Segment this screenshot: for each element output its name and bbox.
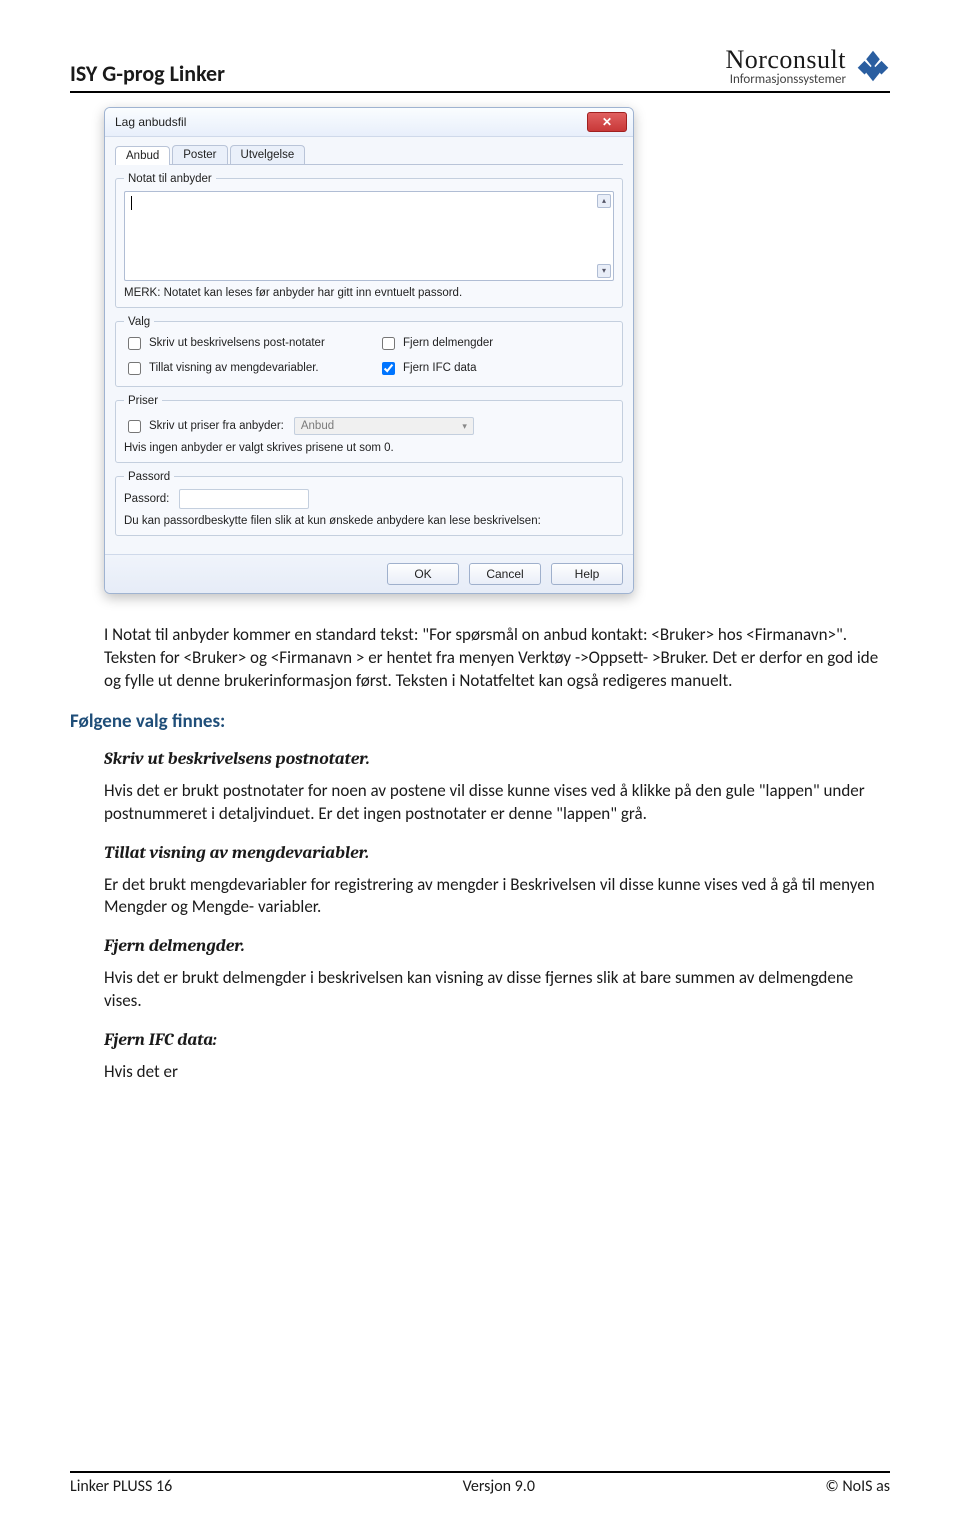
ok-button[interactable]: OK <box>387 563 459 585</box>
priser-note: Hvis ingen anbyder er valgt skrives pris… <box>124 442 614 454</box>
sub3-title: Fjern delmengder. <box>104 935 890 959</box>
group-passord: Passord Passord: Du kan passordbeskytte … <box>115 471 623 536</box>
dialog-titlebar: Lag anbudsfil ✕ <box>105 108 633 137</box>
footer-center: Versjon 9.0 <box>463 1477 535 1496</box>
dialog-title: Lag anbudsfil <box>115 115 186 129</box>
doc-title: ISY G-prog Linker <box>70 60 225 87</box>
chk-fjern-delmengder-box[interactable] <box>382 337 395 350</box>
chk-postnotater-box[interactable] <box>128 337 141 350</box>
group-valg-legend: Valg <box>124 316 154 328</box>
passord-note: Du kan passordbeskytte filen slik at kun… <box>124 515 614 527</box>
brand: Norconsult Informasjonssystemer <box>725 46 890 87</box>
select-anbyder[interactable]: Anbud ▾ <box>294 417 474 435</box>
dialog-window: Lag anbudsfil ✕ Anbud Poster Utvelgelse … <box>104 107 634 594</box>
passord-input[interactable] <box>179 489 309 509</box>
section-heading: Følgene valg finnes: <box>70 709 890 735</box>
chk-mengdevariabler-label: Tillat visning av mengdevariabler. <box>149 362 319 374</box>
sub3-body: Hvis det er brukt delmengder i beskrivel… <box>104 967 890 1013</box>
chk-fjern-ifc-box[interactable] <box>382 362 395 375</box>
sub2-body: Er det brukt mengdevariabler for registr… <box>104 874 890 920</box>
sub1-body: Hvis det er brukt postnotater for noen a… <box>104 780 890 826</box>
dialog-tabs: Anbud Poster Utvelgelse <box>115 145 623 165</box>
body-content: I Notat til anbyder kommer en standard t… <box>104 624 890 1084</box>
sub1-title: Skriv ut beskrivelsens postnotater. <box>104 748 890 772</box>
brand-line1: Norconsult <box>725 46 846 73</box>
footer-right: © NoIS as <box>825 1477 890 1496</box>
tab-poster[interactable]: Poster <box>172 145 227 164</box>
passord-label: Passord: <box>124 493 169 505</box>
notat-note: MERK: Notatet kan leses før anbyder har … <box>124 287 614 299</box>
chk-mengdevariabler-box[interactable] <box>128 362 141 375</box>
chk-priser-anbyder[interactable]: Skriv ut priser fra anbyder: <box>124 417 284 436</box>
group-notat: Notat til anbyder ▴ ▾ MERK: Notatet kan … <box>115 173 623 308</box>
group-priser: Priser Skriv ut priser fra anbyder: Anbu… <box>115 395 623 463</box>
group-passord-legend: Passord <box>124 471 174 483</box>
notat-textarea[interactable]: ▴ ▾ <box>124 191 614 281</box>
scroll-down-icon[interactable]: ▾ <box>597 264 611 278</box>
group-valg: Valg Skriv ut beskrivelsens post-notater… <box>115 316 623 387</box>
dialog-button-bar: OK Cancel Help <box>105 554 633 593</box>
tab-utvelgelse[interactable]: Utvelgelse <box>230 145 306 164</box>
help-button[interactable]: Help <box>551 563 623 585</box>
document-header: ISY G-prog Linker Norconsult Informasjon… <box>70 46 890 93</box>
chk-postnotater-label: Skriv ut beskrivelsens post-notater <box>149 337 325 349</box>
chk-fjern-delmengder-label: Fjern delmengder <box>403 337 493 349</box>
scrollbar[interactable]: ▴ ▾ <box>597 194 611 278</box>
chk-fjern-ifc-label: Fjern IFC data <box>403 362 477 374</box>
group-priser-legend: Priser <box>124 395 162 407</box>
close-icon: ✕ <box>602 115 612 129</box>
scroll-up-icon[interactable]: ▴ <box>597 194 611 208</box>
brand-logo-icon <box>856 49 890 83</box>
tab-anbud[interactable]: Anbud <box>115 146 170 165</box>
chk-fjern-delmengder[interactable]: Fjern delmengder <box>378 334 614 353</box>
footer-left: Linker PLUSS 16 <box>70 1477 172 1496</box>
page-footer: Linker PLUSS 16 Versjon 9.0 © NoIS as <box>70 1471 890 1496</box>
cancel-button[interactable]: Cancel <box>469 563 541 585</box>
chk-priser-anbyder-box[interactable] <box>128 420 141 433</box>
brand-line2: Informasjonssystemer <box>725 73 846 87</box>
chevron-down-icon: ▾ <box>462 421 467 432</box>
chk-fjern-ifc[interactable]: Fjern IFC data <box>378 359 614 378</box>
close-button[interactable]: ✕ <box>587 112 627 132</box>
intro-paragraph: I Notat til anbyder kommer en standard t… <box>104 624 890 693</box>
select-anbyder-value: Anbud <box>301 420 334 432</box>
sub4-title: Fjern IFC data: <box>104 1029 890 1053</box>
chk-priser-anbyder-label: Skriv ut priser fra anbyder: <box>149 420 284 432</box>
chk-mengdevariabler[interactable]: Tillat visning av mengdevariabler. <box>124 359 360 378</box>
sub4-body: Hvis det er <box>104 1061 890 1084</box>
sub2-title: Tillat visning av mengdevariabler. <box>104 842 890 866</box>
group-notat-legend: Notat til anbyder <box>124 173 216 185</box>
chk-postnotater[interactable]: Skriv ut beskrivelsens post-notater <box>124 334 360 353</box>
